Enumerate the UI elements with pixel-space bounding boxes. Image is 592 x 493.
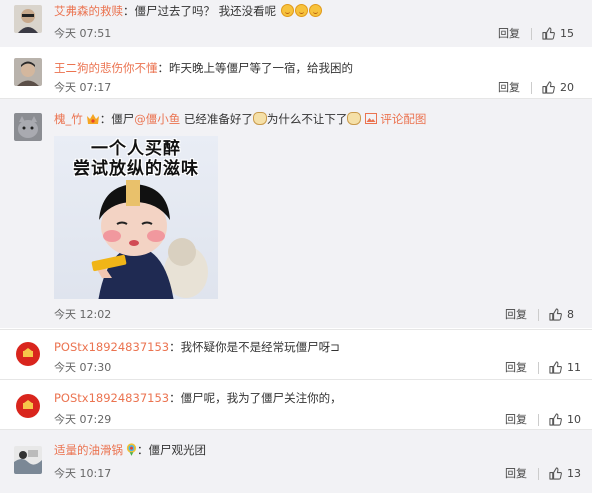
sticker-caption: 一个人买醉 [91,139,181,159]
divider [538,362,539,374]
colon: ： [157,61,170,75]
comment-username[interactable]: POStx18924837153 [54,391,169,405]
like-button[interactable]: 15 [542,27,574,41]
like-count: 8 [567,308,574,321]
comment-text: 为什么不让下了 [266,112,348,126]
divider [531,82,532,94]
colon: ： [123,4,135,18]
like-count: 13 [567,467,581,480]
avatar[interactable] [14,340,42,368]
colon: ： [169,391,181,405]
laugh-emoji-icon [280,4,294,17]
like-button[interactable]: 10 [549,413,581,427]
avatar[interactable] [14,5,42,33]
like-button[interactable]: 11 [549,361,581,375]
comment-username[interactable]: 适量的油滑锅 [54,443,123,457]
reply-button[interactable]: 回复 [505,361,527,375]
like-count: 11 [567,361,581,374]
colon: ： [169,340,181,354]
like-count: 10 [567,413,581,426]
thumbs-up-icon [542,27,555,40]
thumbs-up-icon [542,81,555,94]
avatar[interactable] [14,58,42,86]
comment-time: 今天 07:51 [54,27,112,40]
like-count: 20 [560,81,574,94]
avatar[interactable] [14,446,42,474]
thumbs-up-icon [549,467,562,480]
comment-item: POStx18924837153：我怀疑你是不是经常玩僵尸呀⊐ 今天 07:30… [0,330,592,378]
like-count: 15 [560,27,574,40]
thumbs-up-icon [549,361,562,374]
comment-item: 适量的油滑锅 ：僵尸观光团 今天 10:17 回复 13 [0,430,592,493]
divider [538,414,539,426]
comment-text: 僵尸呢，我为了僵尸关注你的， [180,391,342,405]
divider [531,28,532,40]
vip-badge-icon [86,114,99,124]
like-button[interactable]: 13 [549,467,581,481]
avatar[interactable] [14,392,42,420]
thumbs-up-icon [549,413,562,426]
comment-text: 昨天晚上等僵尸等了一宿，给我困的 [169,61,353,75]
comment-username[interactable]: 王二狗的悲伤你不懂 [54,61,158,75]
image-icon [365,113,378,124]
comment-username[interactable]: POStx18924837153 [54,340,169,354]
colon: ： [99,112,112,126]
comment-text: 僵尸 [111,112,135,126]
reply-button[interactable]: 回复 [505,413,527,427]
avatar[interactable] [14,113,42,141]
thumbs-up-icon [549,308,562,321]
comment-item: 槐_竹 ：僵尸@僵小鱼 已经准备好了 为什么不让下了 评论配图 一个人买醉 尝试放纵的… [0,99,592,328]
reply-button[interactable]: 回复 [505,308,527,322]
comment-time: 今天 12:02 [54,308,112,321]
comment-time: 今天 10:17 [54,467,112,480]
laugh-emoji-icon [308,4,322,17]
cat-emoji-icon [347,112,362,125]
divider [538,468,539,480]
comment-item: POStx18924837153：僵尸呢，我为了僵尸关注你的， 今天 07:29… [0,380,592,428]
sticker-caption: 尝试放纵的滋味 [73,159,199,179]
comment-text: 僵尸过去了吗？ 我还没看呢 [134,4,277,18]
cat-emoji-icon [252,112,267,125]
comment-item: 艾弗森的救赎：僵尸过去了吗？ 我还没看呢 今天 07:51 回复 15 [0,0,592,47]
sticker-figure [91,180,208,299]
comment-sticker-image[interactable]: 一个人买醉 尝试放纵的滋味 [54,136,218,299]
comment-picture-link[interactable]: 评论配图 [380,112,426,126]
divider [538,309,539,321]
reply-button[interactable]: 回复 [498,27,520,41]
comment-username[interactable]: 艾弗森的救赎 [54,4,123,18]
like-button[interactable]: 8 [549,308,574,322]
reply-button[interactable]: 回复 [498,81,520,95]
reply-button[interactable]: 回复 [505,467,527,481]
mention-link[interactable]: @僵小鱼 [134,112,180,126]
like-button[interactable]: 20 [542,81,574,95]
comment-username[interactable]: 槐_竹 [54,112,83,126]
rainbow-badge-icon [126,443,137,456]
comment-time: 今天 07:30 [54,361,112,374]
comment-time: 今天 07:17 [54,81,112,94]
colon: ： [137,443,149,457]
laugh-emoji-icon [294,4,308,17]
comment-time: 今天 07:29 [54,413,112,426]
comment-item: 王二狗的悲伤你不懂：昨天晚上等僵尸等了一宿，给我困的 今天 07:17 回复 2… [0,51,592,97]
comment-text: 僵尸观光团 [148,443,207,457]
comment-text: 已经准备好了 [180,112,253,126]
comment-text: 我怀疑你是不是经常玩僵尸呀⊐ [180,340,340,354]
